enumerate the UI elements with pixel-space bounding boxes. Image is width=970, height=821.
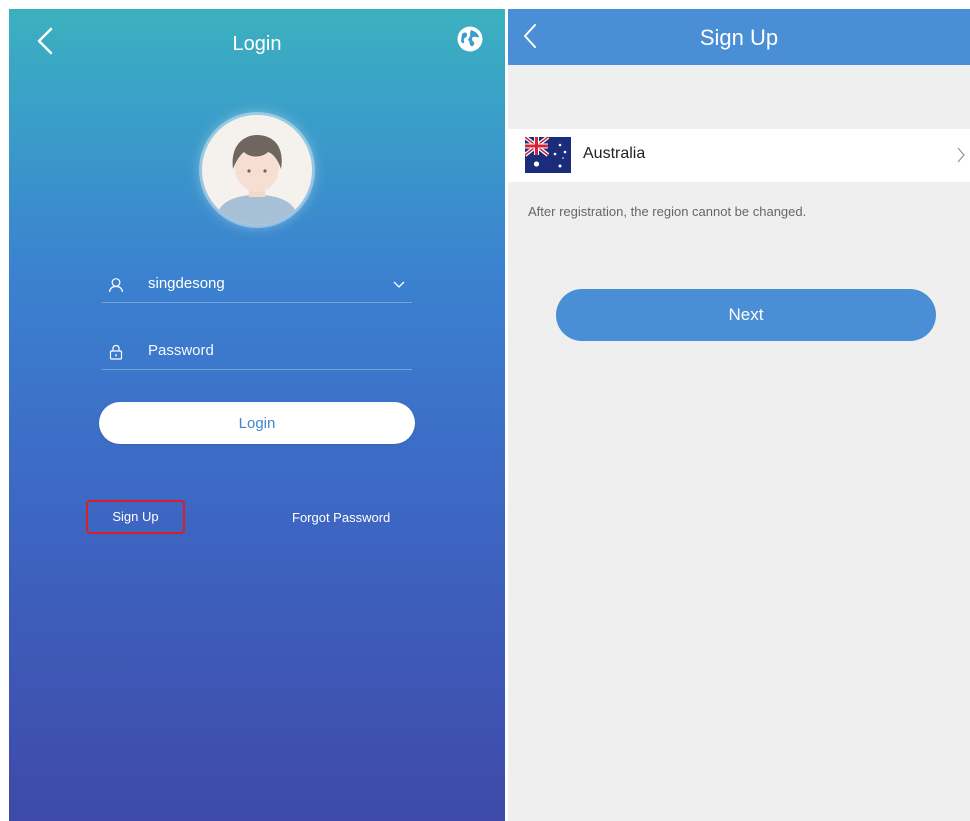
chevron-right-icon bbox=[957, 147, 965, 163]
avatar bbox=[202, 115, 312, 225]
globe-icon bbox=[457, 26, 483, 52]
signup-header: Sign Up bbox=[508, 9, 970, 65]
sign-up-link[interactable]: Sign Up bbox=[86, 500, 185, 534]
signup-screen: Sign Up Australia After registration, th… bbox=[508, 9, 970, 821]
region-note: After registration, the region cannot be… bbox=[528, 204, 807, 219]
lock-icon bbox=[109, 344, 123, 360]
default-avatar-icon bbox=[214, 135, 300, 225]
chevron-down-icon[interactable] bbox=[392, 278, 406, 290]
login-button[interactable]: Login bbox=[99, 402, 415, 444]
login-header: Login bbox=[9, 9, 505, 69]
language-button[interactable] bbox=[456, 25, 484, 53]
login-screen: Login singdesong Login Sign Up Forgot Pa… bbox=[9, 9, 505, 821]
password-input[interactable] bbox=[148, 342, 368, 359]
username-field bbox=[102, 268, 412, 303]
forgot-password-link[interactable]: Forgot Password bbox=[292, 510, 390, 525]
page-title: Sign Up bbox=[699, 25, 779, 50]
username-input[interactable] bbox=[148, 275, 368, 292]
next-button[interactable]: Next bbox=[556, 289, 936, 341]
region-selector[interactable]: Australia bbox=[508, 129, 970, 182]
australia-flag-icon bbox=[525, 137, 571, 173]
page-title: Login bbox=[232, 33, 282, 55]
password-field bbox=[102, 335, 412, 370]
region-label: Australia bbox=[583, 145, 646, 162]
user-icon bbox=[108, 278, 124, 293]
